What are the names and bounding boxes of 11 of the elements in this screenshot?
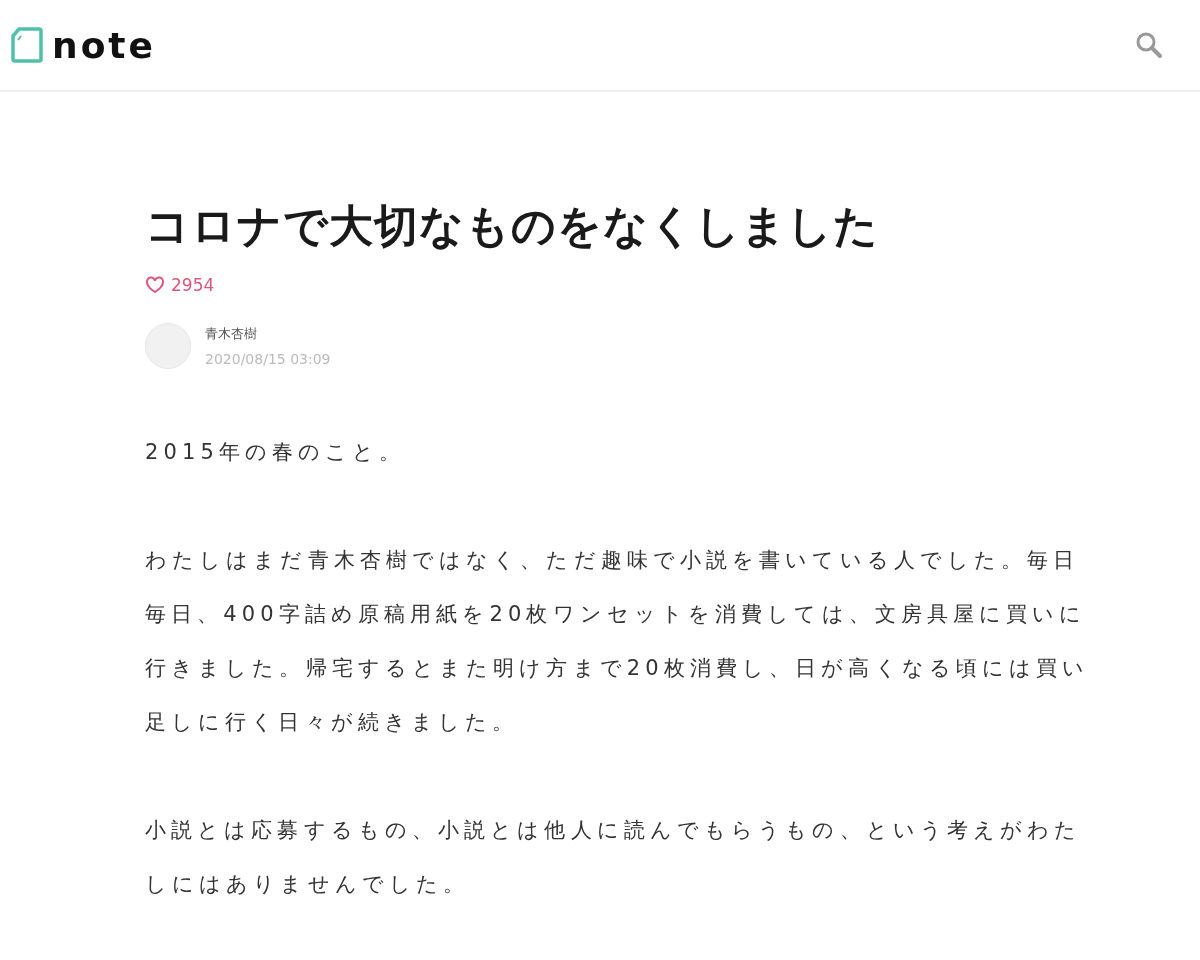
paragraph: 小説とは応募するもの、小説とは他人に読んでもらうもの、という考えがわたしにはありませんでした。: [145, 816, 1083, 898]
like-count: 2954: [171, 274, 215, 295]
author-name[interactable]: 青木杏樹: [205, 324, 331, 343]
article-title: コロナで大切なものをなくしました: [145, 200, 880, 253]
logo-text[interactable]: note: [52, 24, 156, 66]
paragraph: わたしはまだ青木杏樹ではなく、ただ趣味で小説を書いている人でした。毎日毎日、400字詰め原稿用紙を20枚ワンセットを消費しては、文房具屋に買いに行きました。帰宅するとまた明け方まで20枚消費し、日が高くなる頃には買い足しに行く日々が続きました。: [145, 546, 1091, 736]
search-icon[interactable]: [1134, 30, 1164, 60]
heart-icon[interactable]: [145, 275, 165, 294]
post-date: 2020/08/15 03:09: [205, 350, 331, 367]
paragraph: 2015年の春のこと。: [145, 438, 407, 466]
logo-icon: [10, 26, 44, 64]
